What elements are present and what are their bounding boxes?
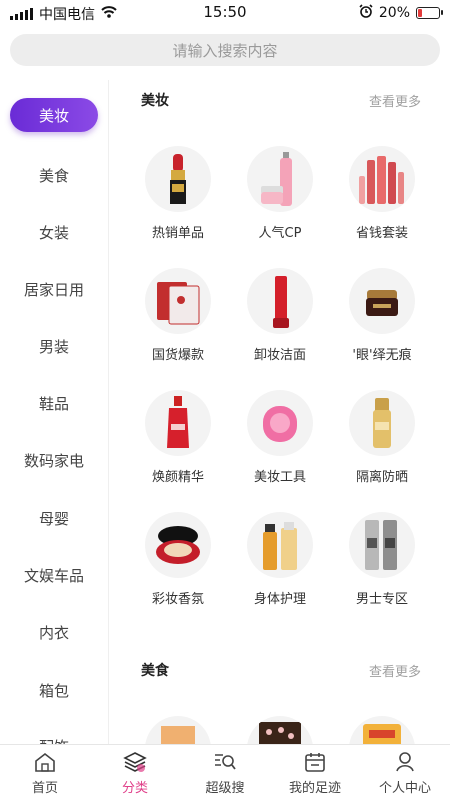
category-tile[interactable]: 焕颜精华 — [133, 390, 223, 485]
user-icon — [393, 751, 417, 773]
tab-label: 我的足迹 — [288, 781, 341, 796]
sidebar-item-shumajiadian[interactable]: 数码家电 — [0, 442, 108, 478]
view-more-link[interactable]: 查看更多 — [369, 661, 421, 680]
sidebar-item-xiangbao[interactable]: 箱包 — [0, 672, 108, 708]
tab-label: 个人中心 — [378, 781, 431, 796]
battery-percent: 20% — [378, 5, 410, 21]
tile-label: 卸妆洁面 — [253, 348, 306, 363]
view-more-link[interactable]: 查看更多 — [369, 91, 421, 110]
category-tile[interactable] — [235, 716, 325, 744]
category-tile[interactable]: '眼'绎无痕 — [337, 268, 427, 363]
alarm-icon — [359, 4, 373, 22]
search-input[interactable]: 请输入搜索内容 — [10, 34, 440, 66]
tile-label: 隔离防晒 — [355, 470, 408, 485]
search-placeholder: 请输入搜索内容 — [172, 41, 278, 60]
sidebar-item-neiyi[interactable]: 内衣 — [0, 614, 108, 650]
sidebar-item-meishi[interactable]: 美食 — [0, 157, 108, 193]
category-tile[interactable]: 彩妆香氛 — [133, 512, 223, 607]
category-tile[interactable] — [133, 716, 223, 744]
sidebar-item-xiepin[interactable]: 鞋品 — [0, 385, 108, 421]
category-tile[interactable]: 男士专区 — [337, 512, 427, 607]
category-tile[interactable]: 人气CP — [235, 146, 325, 241]
tab-label: 超级搜 — [205, 781, 245, 796]
category-sidebar: 美妆 美食 女装 居家日用 男装 鞋品 数码家电 母婴 文娱车品 内衣 箱包 配… — [0, 80, 109, 744]
sidebar-item-muying[interactable]: 母婴 — [0, 500, 108, 536]
tab-label: 首页 — [31, 781, 58, 796]
category-tile[interactable]: 卸妆洁面 — [235, 268, 325, 363]
category-tile[interactable]: 国货爆款 — [133, 268, 223, 363]
status-bar: 中国电信 15:50 20% — [0, 0, 450, 26]
sidebar-item-meizhuang[interactable]: 美妆 — [10, 98, 98, 132]
tile-label: 省钱套装 — [355, 226, 408, 241]
calendar-icon — [303, 751, 327, 773]
tab-profile[interactable]: 个人中心 — [360, 751, 450, 796]
lipstick-image — [145, 146, 211, 212]
category-tile[interactable]: 热销单品 — [133, 146, 223, 241]
tile-label: 热销单品 — [151, 226, 204, 241]
category-tile[interactable] — [337, 716, 427, 744]
cleansing-brush-image — [247, 390, 313, 456]
category-content: 美妆 查看更多 热销单品 人气CP 省钱套装 国货爆款 卸妆洁面 '眼'绎无痕 … — [109, 80, 450, 744]
food-image — [145, 716, 211, 744]
section-header-meizhuang: 美妆 查看更多 — [141, 90, 421, 110]
sidebar-item-jujiariyong[interactable]: 居家日用 — [0, 271, 108, 307]
tab-label: 分类 — [121, 781, 148, 796]
snack-pack-image — [349, 716, 415, 744]
tab-footprints[interactable]: 我的足迹 — [270, 751, 360, 796]
sidebar-item-peishi[interactable]: 配饰 — [0, 728, 108, 745]
tile-label: 人气CP — [258, 226, 302, 241]
snack-box-image — [247, 716, 313, 744]
search-icon — [213, 751, 237, 773]
pink-skincare-set-image — [247, 146, 313, 212]
battery-icon — [416, 7, 443, 19]
tab-home[interactable]: 首页 — [0, 751, 90, 796]
bottom-tab-bar: 首页 分类 超级搜 我的足迹 个人中心 — [0, 744, 450, 801]
tile-label: 国货爆款 — [151, 348, 204, 363]
section-title: 美妆 — [141, 93, 169, 109]
category-tile[interactable]: 美妆工具 — [235, 390, 325, 485]
category-tile[interactable]: 隔离防晒 — [337, 390, 427, 485]
tile-label: 焕颜精华 — [151, 470, 204, 485]
tile-label: '眼'绎无痕 — [352, 348, 412, 363]
body-oil-bottles-image — [247, 512, 313, 578]
sidebar-item-nanzhuang[interactable]: 男装 — [0, 328, 108, 364]
tile-label: 身体护理 — [253, 592, 306, 607]
red-bottle-set-image — [349, 146, 415, 212]
sunscreen-bottle-image — [349, 390, 415, 456]
section-title: 美食 — [141, 663, 169, 679]
compact-powder-image — [145, 512, 211, 578]
sidebar-item-wenyuchepin[interactable]: 文娱车品 — [0, 557, 108, 593]
sidebar-item-nvzhuang[interactable]: 女装 — [0, 214, 108, 250]
tab-super-search[interactable]: 超级搜 — [180, 751, 270, 796]
cleanser-tube-image — [247, 268, 313, 334]
layers-icon — [123, 751, 147, 773]
serum-bottle-image — [145, 390, 211, 456]
tile-label: 男士专区 — [355, 592, 408, 607]
tile-label: 美妆工具 — [253, 470, 306, 485]
tile-label: 彩妆香氛 — [151, 592, 204, 607]
eye-cream-jar-image — [349, 268, 415, 334]
category-tile[interactable]: 省钱套装 — [337, 146, 427, 241]
tab-category[interactable]: 分类 — [90, 751, 180, 796]
men-skincare-image — [349, 512, 415, 578]
section-header-meishi: 美食 查看更多 — [141, 660, 421, 680]
category-tile[interactable]: 身体护理 — [235, 512, 325, 607]
home-icon — [33, 751, 57, 773]
face-mask-image — [145, 268, 211, 334]
